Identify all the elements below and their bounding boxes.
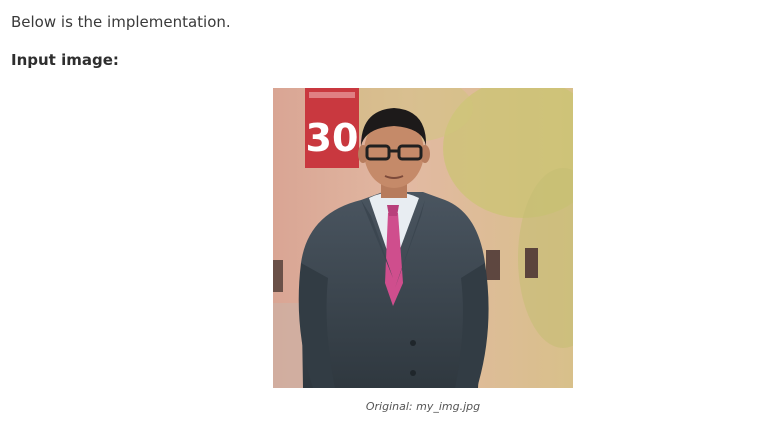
window-1 — [486, 250, 500, 280]
sign-number: 30 — [306, 116, 359, 160]
window-2 — [525, 248, 538, 278]
input-image-heading: Input image: — [11, 51, 119, 69]
input-image-figure: 30 — [273, 88, 573, 388]
number-sign: 30 — [305, 88, 359, 168]
intro-text: Below is the implementation. — [11, 13, 231, 31]
image-caption: Original: my_img.jpg — [365, 400, 481, 413]
portrait-photo: 30 — [273, 88, 573, 388]
